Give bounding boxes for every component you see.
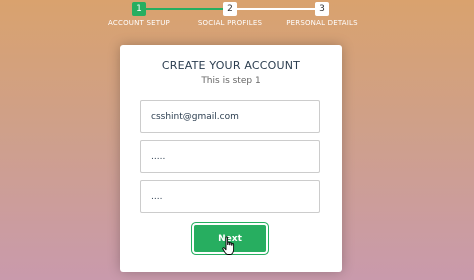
progress-step-personal-details: 3 PERSONAL DETAILS	[272, 0, 372, 27]
confirm-password-field[interactable]	[140, 180, 320, 213]
progress-step-social-profiles: 2 SOCIAL PROFILES	[180, 0, 280, 27]
step-number: 1	[132, 2, 146, 16]
step-number: 3	[315, 2, 329, 16]
form-subtitle: This is step 1	[201, 76, 261, 86]
hand-cursor-icon	[222, 236, 235, 255]
form-title: CREATE YOUR ACCOUNT	[161, 59, 301, 72]
step-label: SOCIAL PROFILES	[197, 19, 263, 27]
step-label: PERSONAL DETAILS	[286, 19, 358, 27]
password-field[interactable]	[140, 140, 320, 173]
step-number: 2	[223, 2, 237, 16]
progress-step-account-setup: 1 ACCOUNT SETUP	[89, 0, 189, 27]
progressbar: 1 ACCOUNT SETUP 2 SOCIAL PROFILES 3 PERS…	[0, 0, 474, 30]
email-field[interactable]	[140, 100, 320, 133]
step-label: ACCOUNT SETUP	[108, 19, 170, 27]
